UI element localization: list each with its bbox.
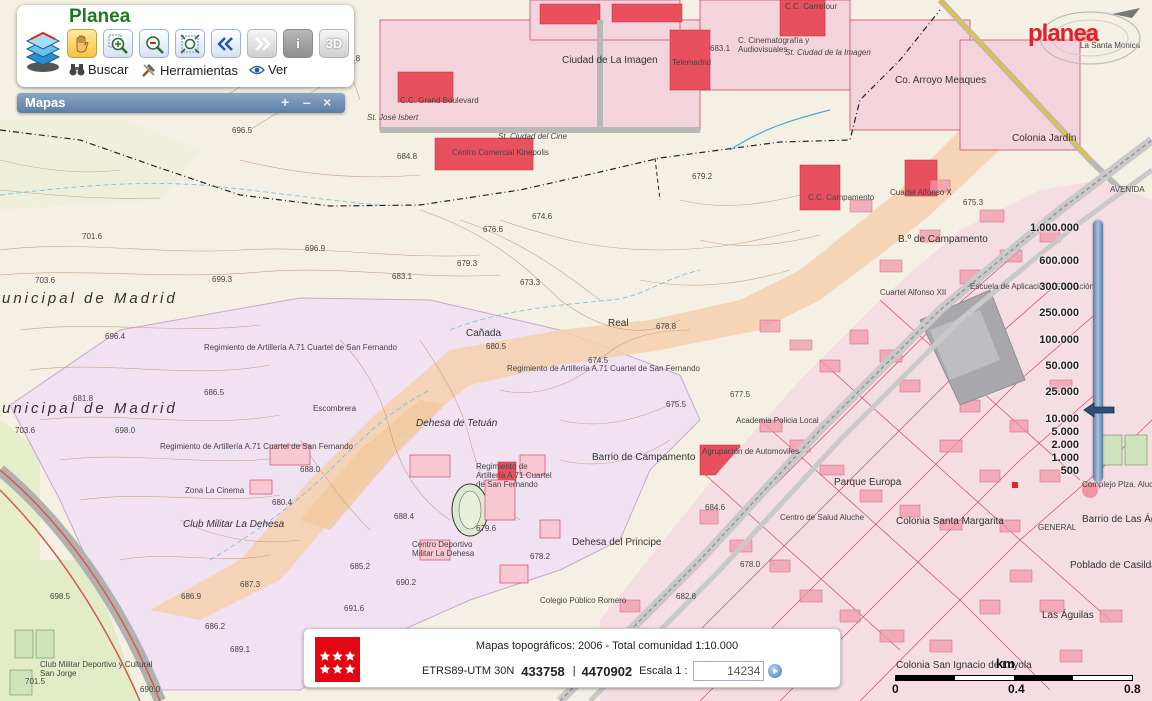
previous-view-icon <box>217 36 233 51</box>
zoom-handle[interactable] <box>1082 402 1116 418</box>
scale-label: Escala 1 : <box>639 665 688 677</box>
maps-panel-title: Mapas <box>25 95 66 110</box>
map-info-box: Mapas topográficos: 2006 - Total comunid… <box>303 628 841 688</box>
pan-hand-icon <box>76 35 89 52</box>
3d-icon: 3D <box>325 36 343 51</box>
zoom-out-icon <box>146 35 164 54</box>
madrid-flag-icon <box>315 637 360 682</box>
zoom-out-button[interactable] <box>139 29 169 58</box>
eye-icon <box>249 65 265 74</box>
zoom-extent-icon <box>180 33 200 54</box>
panel-maximize-button[interactable]: + <box>281 94 289 110</box>
zoom-level-label[interactable]: 250.000 <box>1039 307 1079 319</box>
search-menu-label: Buscar <box>88 62 129 77</box>
zoom-level-label[interactable]: 25.000 <box>1045 386 1079 398</box>
zoom-level-label[interactable]: 5.000 <box>1051 426 1079 438</box>
pan-button[interactable] <box>67 29 97 58</box>
main-toolbar: Planea i 3D Buscar Herramientas Ver <box>17 5 354 87</box>
brand-logo: planea <box>1022 4 1147 68</box>
scale-tick: 0.4 <box>1008 682 1025 696</box>
coordinate-y: 4470902 <box>581 663 633 679</box>
crs-label: ETRS89-UTM 30N <box>422 665 515 677</box>
tools-icon <box>142 64 155 77</box>
brand-name: planea <box>1028 20 1099 47</box>
apply-scale-button[interactable] <box>768 664 783 678</box>
scale-unit: km <box>996 656 1015 671</box>
tools-menu[interactable]: Herramientas <box>141 62 238 78</box>
play-icon <box>773 668 779 674</box>
zoom-level-label[interactable]: 10.000 <box>1045 413 1079 425</box>
scale-tick: 0 <box>892 682 899 696</box>
zoom-level-label[interactable]: 600.000 <box>1039 255 1079 267</box>
zoom-level-label[interactable]: 50.000 <box>1045 360 1079 372</box>
view-menu[interactable]: Ver <box>249 62 288 77</box>
view-menu-label: Ver <box>268 62 288 77</box>
arrow-left-icon <box>1083 402 1115 418</box>
panel-close-button[interactable]: × <box>323 94 331 110</box>
zoom-level-label[interactable]: 1.000 <box>1051 452 1079 464</box>
zoom-level-label[interactable]: 2.000 <box>1051 439 1079 451</box>
scale-input[interactable] <box>693 661 765 681</box>
info-icon: i <box>296 36 300 51</box>
coordinates-row: ETRS89-UTM 30N 433758 | 4470902 Escala 1… <box>422 661 783 681</box>
zoom-slider[interactable] <box>1093 220 1103 482</box>
zoom-in-button[interactable] <box>103 29 133 58</box>
binoculars-icon <box>69 63 85 75</box>
search-menu[interactable]: Buscar <box>69 62 128 77</box>
zoom-in-icon <box>108 34 128 54</box>
zoom-level-label[interactable]: 1.000.000 <box>1030 222 1079 234</box>
next-view-button[interactable] <box>247 29 277 58</box>
coordinate-separator: | <box>572 665 576 677</box>
scale-tick: 0.8 <box>1124 682 1141 696</box>
zoom-extent-button[interactable] <box>175 29 205 58</box>
scale-bar: km 0 0.4 0.8 <box>890 655 1141 701</box>
next-view-icon <box>255 36 271 51</box>
app-title: Planea <box>69 6 131 27</box>
previous-view-button[interactable] <box>211 29 241 58</box>
zoom-level-label[interactable]: 100.000 <box>1039 334 1079 346</box>
panel-minimize-button[interactable]: – <box>303 94 311 110</box>
maps-panel-header[interactable]: Mapas + – × <box>17 93 345 113</box>
coordinate-x: 433758 <box>521 663 565 679</box>
zoom-level-label[interactable]: 500 <box>1061 465 1079 477</box>
info-button[interactable]: i <box>283 29 313 58</box>
map-source-title: Mapas topográficos: 2006 - Total comunid… <box>475 640 739 652</box>
tools-menu-label: Herramientas <box>160 62 239 78</box>
3d-button[interactable]: 3D <box>319 29 349 58</box>
layers-icon[interactable] <box>23 23 63 75</box>
scale-bar-graphic <box>895 675 1133 681</box>
zoom-level-label[interactable]: 300.000 <box>1039 281 1079 293</box>
